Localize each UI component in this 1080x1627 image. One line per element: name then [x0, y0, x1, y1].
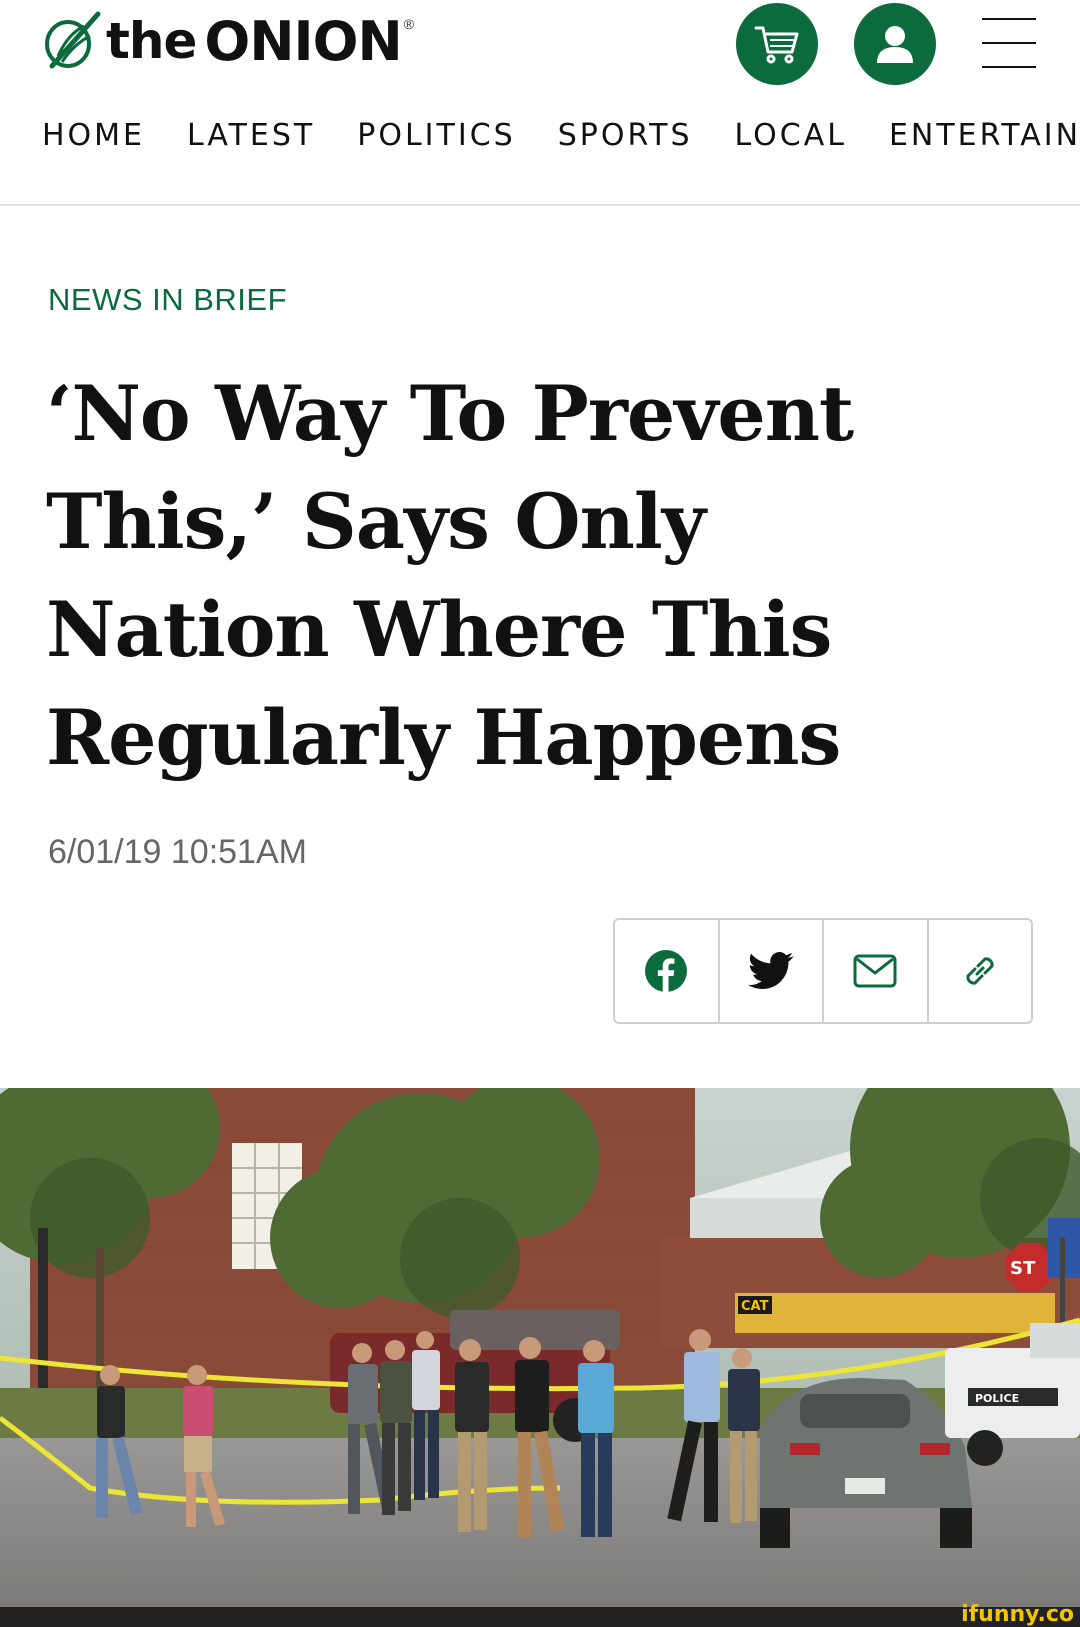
- nav-item-latest[interactable]: LATEST: [187, 118, 315, 162]
- account-button[interactable]: [854, 3, 936, 85]
- logo-name-text: ONION: [204, 9, 402, 73]
- share-email-button[interactable]: [824, 920, 929, 1022]
- stop-sign-text: ST: [1010, 1258, 1036, 1279]
- police-badge-text: POLICE: [975, 1392, 1019, 1405]
- share-facebook-button[interactable]: [615, 920, 720, 1022]
- nav-item-home[interactable]: HOME: [42, 118, 145, 162]
- main-navigation: HOME LATEST POLITICS SPORTS LOCAL ENTERT…: [42, 118, 1080, 162]
- article-dateline: 6/01/19 10:51AM: [48, 833, 307, 871]
- nav-item-entertainment[interactable]: ENTERTAINM: [889, 118, 1080, 162]
- watermark-bar: [0, 1607, 1080, 1627]
- link-icon: [966, 957, 994, 985]
- crime-scene-photo: CAT ST POLICE: [0, 1088, 1080, 1607]
- article-lead-photo: CAT ST POLICE: [0, 1088, 1080, 1607]
- registered-mark: ®: [403, 16, 415, 32]
- site-header: the ONION ® HOME LATEST POLITICS SPORTS …: [0, 0, 1080, 206]
- copy-link-button[interactable]: [929, 920, 1032, 1022]
- cart-button[interactable]: [736, 3, 818, 85]
- user-icon: [877, 26, 913, 63]
- nav-item-local[interactable]: LOCAL: [734, 118, 846, 162]
- cart-icon: [754, 26, 799, 64]
- email-icon: [853, 954, 897, 988]
- section-kicker-link[interactable]: NEWS IN BRIEF: [48, 282, 287, 318]
- menu-icon[interactable]: [982, 16, 1036, 70]
- share-toolbar: [613, 918, 1033, 1024]
- nav-item-politics[interactable]: POLITICS: [357, 118, 515, 162]
- onion-logo-icon: [45, 11, 101, 69]
- twitter-icon: [747, 952, 793, 990]
- share-twitter-button[interactable]: [720, 920, 824, 1022]
- nav-item-sports[interactable]: SPORTS: [558, 118, 693, 162]
- facebook-icon: [645, 950, 688, 992]
- logo-the-text: the: [106, 12, 197, 70]
- article-headline: ‘No Way To Prevent This,’ Says Only Nati…: [46, 369, 854, 782]
- cat-sign-text: CAT: [741, 1299, 769, 1314]
- site-logo[interactable]: the ONION ®: [40, 6, 414, 76]
- ifunny-watermark: ifunny.co: [961, 1602, 1074, 1627]
